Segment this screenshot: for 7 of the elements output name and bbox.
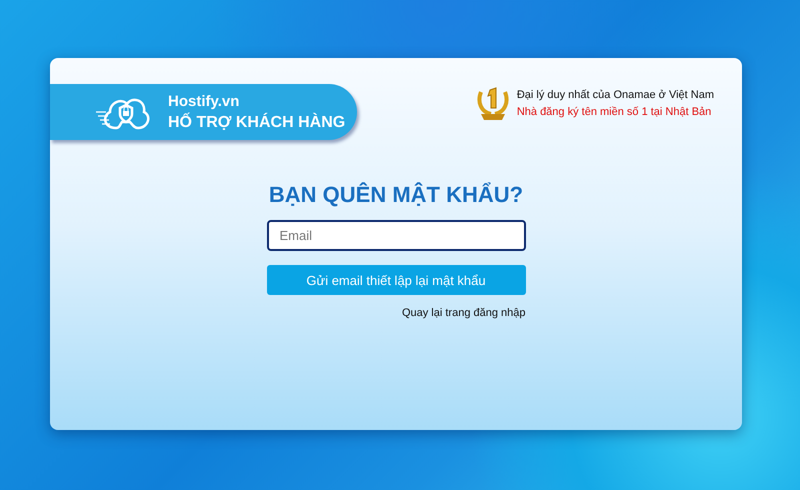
award-text: Đại lý duy nhất của Onamae ở Việt Nam — [516, 88, 714, 100]
page-title: BẠN QUÊN MẬT KHẨU? — [268, 182, 524, 208]
email-field[interactable]: Email — [266, 220, 526, 251]
award-text: Nhà đăng ký tên miền số 1 tại Nhật Bản — [516, 106, 712, 118]
brand-subtitle: HỐ TRỢ KHÁCH HÀNG — [168, 114, 346, 132]
brand-name: Hostify.vn — [168, 92, 240, 110]
back-to-login-link[interactable]: Quay lại trang đăng nhập — [402, 307, 526, 319]
